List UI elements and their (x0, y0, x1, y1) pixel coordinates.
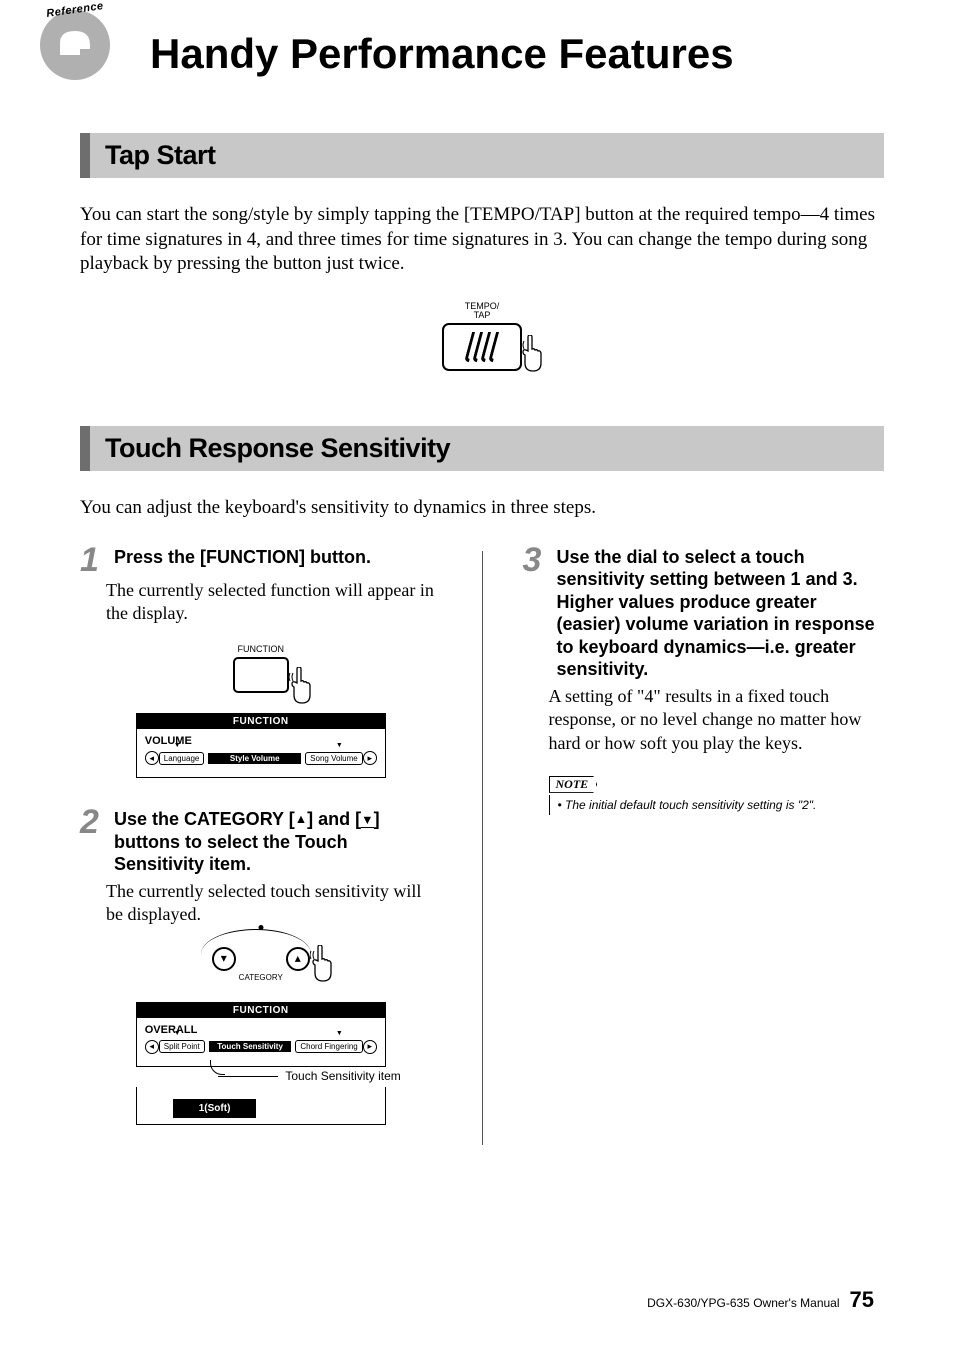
lcd-right-pill: Chord Fingering (295, 1040, 362, 1053)
function-button-illustration (233, 657, 289, 693)
piano-icon (55, 25, 95, 65)
step-2: 2 Use the CATEGORY [] and [] buttons to … (80, 808, 442, 876)
lcd-right-arrow-icon: ▸ (363, 1040, 377, 1054)
lcd-title: FUNCTION (137, 1003, 385, 1018)
step-3-head: Use the dial to select a touch sensitivi… (557, 546, 885, 681)
step-number: 1 (80, 546, 106, 575)
lcd-right-pill: Song Volume (305, 752, 363, 765)
footer-manual-name: DGX-630/YPG-635 Owner's Manual (647, 1296, 839, 1310)
step-2-head: Use the CATEGORY [] and [] buttons to se… (114, 808, 442, 876)
page-title: Handy Performance Features (150, 30, 884, 78)
lcd-left-arrow-icon: ◂ (145, 1040, 159, 1054)
footer-page-number: 75 (850, 1287, 874, 1313)
callout: Touch Sensitivity item (121, 1069, 401, 1083)
category-down-icon (361, 809, 373, 829)
step-2-body: The currently selected touch sensitivity… (106, 880, 442, 927)
lcd-figure-1: FUNCTION VOLUME ◂ ▼ Language Style Volum… (80, 713, 442, 778)
step-3-body: A setting of "4" results in a fixed touc… (549, 685, 885, 755)
tap-strokes-icon (463, 332, 500, 362)
right-column: 3 Use the dial to select a touch sensiti… (523, 546, 885, 1145)
callout-text: Touch Sensitivity item (285, 1069, 400, 1083)
step-1-body: The currently selected function will app… (106, 579, 442, 626)
lcd-left-pill: Split Point (159, 1040, 205, 1053)
left-column: 1 Press the [FUNCTION] button. The curre… (80, 546, 442, 1145)
triangle-marker-icon: ▼ (336, 1030, 343, 1037)
dot-icon (258, 925, 263, 930)
function-button-figure: FUNCTION (80, 645, 442, 693)
note-body: • The initial default touch sensitivity … (549, 795, 885, 815)
lcd-title: FUNCTION (137, 714, 385, 729)
lcd-left-arrow-icon: ◂ (145, 751, 159, 765)
steps-two-column: 1 Press the [FUNCTION] button. The curre… (80, 546, 884, 1145)
triangle-marker-icon: ▼ (336, 742, 343, 749)
callout-connector-icon (218, 1070, 278, 1082)
note-box: NOTE • The initial default touch sensiti… (549, 775, 885, 815)
triangle-marker-icon: ▼ (174, 1030, 181, 1037)
step-3: 3 Use the dial to select a touch sensiti… (523, 546, 885, 681)
badge-text: Reference (40, 0, 111, 21)
step-number: 3 (523, 546, 549, 681)
touch-response-intro: You can adjust the keyboard's sensitivit… (80, 496, 884, 521)
tempo-tap-figure: TEMPO/ TAP (80, 302, 884, 371)
lcd-right-arrow-icon: ▸ (363, 751, 377, 765)
lcd-figure-2: FUNCTION OVERALL ◂ ▼ Split Point Touch S… (80, 1002, 442, 1125)
category-label: CATEGORY (239, 973, 283, 982)
lcd-value: 1(Soft) (173, 1099, 257, 1118)
reference-badge: Reference (40, 10, 110, 80)
lcd-left-pill: Language (159, 752, 205, 765)
hand-press-icon (520, 335, 550, 375)
section-heading-touch-response: Touch Response Sensitivity (80, 426, 884, 471)
tempo-label: TEMPO/ TAP (465, 302, 500, 320)
category-up-icon (295, 809, 307, 829)
lcd-center-bar: Style Volume (208, 753, 301, 764)
step-number: 2 (80, 808, 106, 876)
hand-press-icon (289, 667, 319, 707)
column-divider (482, 551, 483, 1145)
step-1-head: Press the [FUNCTION] button. (114, 546, 371, 575)
touch-response-heading: Touch Response Sensitivity (105, 433, 869, 464)
tap-start-body: You can start the song/style by simply t… (80, 203, 884, 277)
note-label: NOTE (549, 776, 598, 793)
tap-start-heading: Tap Start (105, 140, 869, 171)
lcd-center-bar: Touch Sensitivity (209, 1041, 292, 1052)
triangle-marker-icon: ▼ (174, 742, 181, 749)
section-heading-tap-start: Tap Start (80, 133, 884, 178)
tempo-tap-button-illustration (442, 323, 522, 371)
category-buttons-figure: ▾ ▴ CATEGORY (80, 947, 442, 982)
function-label: FUNCTION (238, 645, 285, 654)
hand-press-icon (310, 945, 340, 985)
footer: DGX-630/YPG-635 Owner's Manual 75 (647, 1287, 874, 1313)
step-1: 1 Press the [FUNCTION] button. (80, 546, 442, 575)
category-up-button-illustration: ▴ (286, 947, 310, 971)
